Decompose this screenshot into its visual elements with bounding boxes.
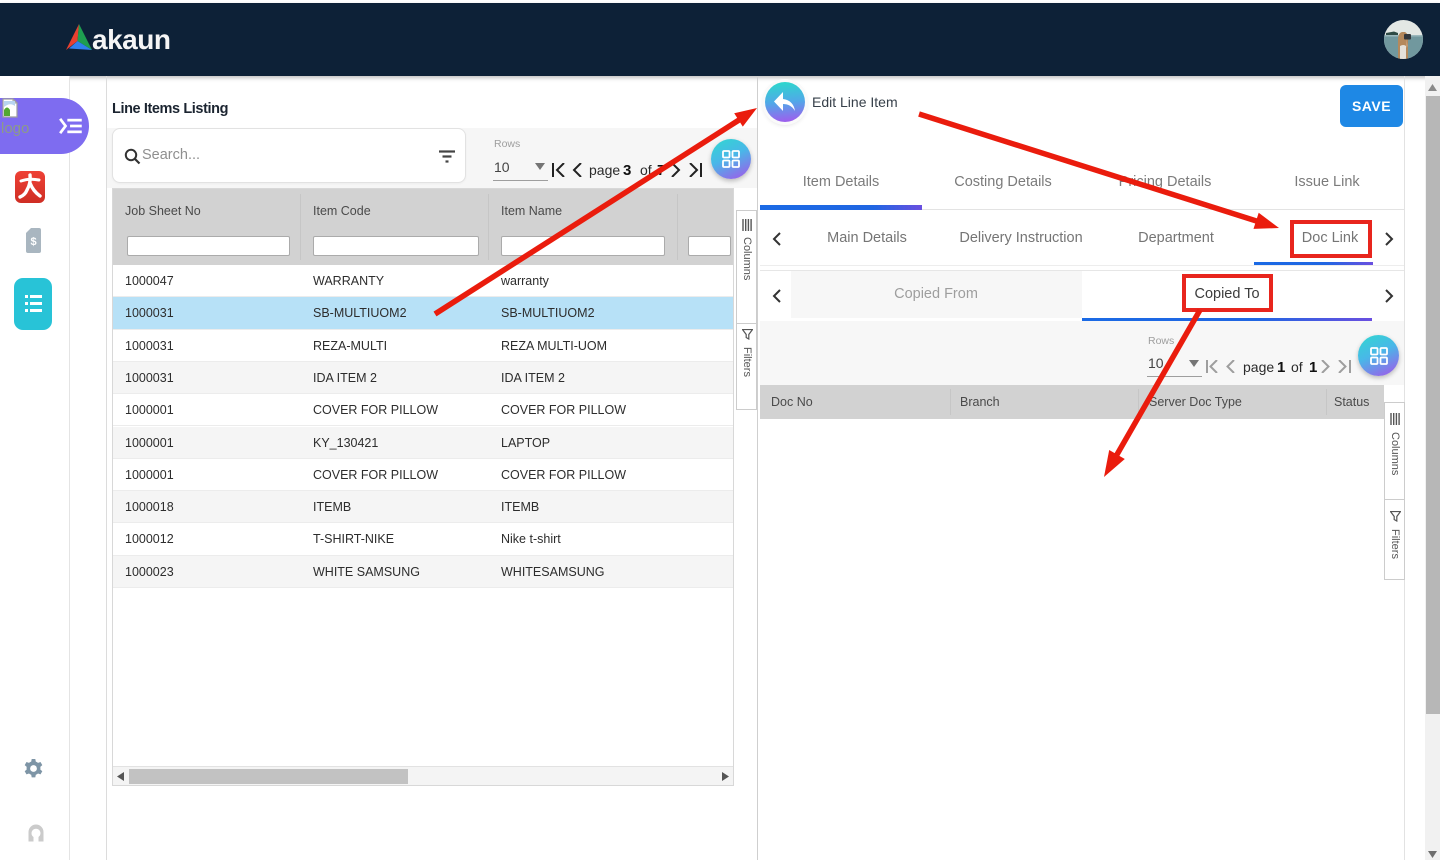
svg-text:$: $ <box>30 236 36 248</box>
